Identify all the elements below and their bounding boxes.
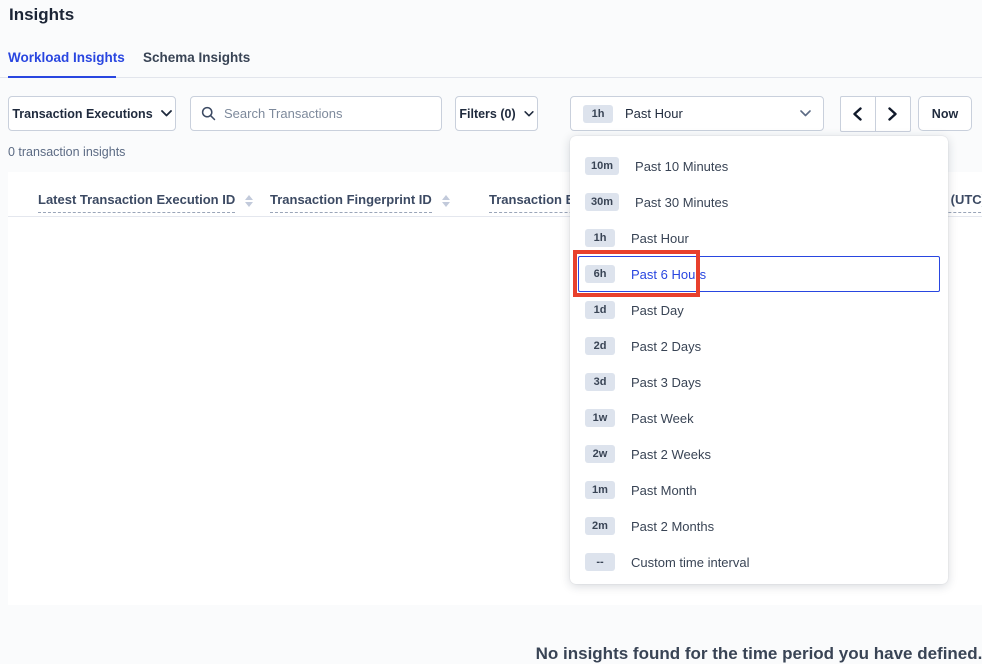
time-option-badge: 1h <box>585 229 615 247</box>
column-header-label[interactable]: Latest Transaction Execution ID <box>38 192 235 213</box>
time-nav-group <box>840 96 911 132</box>
chevron-down-icon <box>800 110 811 117</box>
time-option-badge: 2m <box>585 517 615 535</box>
time-prev-button[interactable] <box>841 97 876 131</box>
time-range-dropdown: 10m Past 10 Minutes 30m Past 30 Minutes … <box>570 136 948 584</box>
time-option-label: Past 3 Days <box>631 375 701 390</box>
sort-icon[interactable] <box>245 195 253 207</box>
time-option-label: Custom time interval <box>631 555 749 570</box>
chevron-down-icon <box>161 110 172 117</box>
sort-icon[interactable] <box>442 195 450 207</box>
tab-bar: Workload Insights Schema Insights <box>0 44 982 78</box>
time-option-label: Past 2 Weeks <box>631 447 711 462</box>
tab-workload-insights[interactable]: Workload Insights <box>8 50 125 65</box>
time-option-label: Past Month <box>631 483 697 498</box>
search-input[interactable] <box>224 106 431 121</box>
time-option-past-hour[interactable]: 1h Past Hour <box>578 220 940 256</box>
time-option-past-2-weeks[interactable]: 2w Past 2 Weeks <box>578 436 940 472</box>
time-option-label: Past 30 Minutes <box>635 195 728 210</box>
time-option-badge: -- <box>585 553 615 571</box>
time-next-button[interactable] <box>876 97 911 131</box>
filters-button[interactable]: Filters (0) <box>455 96 538 131</box>
time-option-badge: 10m <box>585 157 619 175</box>
time-option-past-6-hours[interactable]: 6h Past 6 Hours <box>578 256 940 292</box>
time-option-label: Past 2 Days <box>631 339 701 354</box>
column-header-txn-fingerprint-id[interactable]: Transaction Fingerprint ID <box>270 192 450 213</box>
time-option-label: Past Day <box>631 303 684 318</box>
time-option-past-10-minutes[interactable]: 10m Past 10 Minutes <box>578 148 940 184</box>
time-option-badge: 1m <box>585 481 615 499</box>
insights-count: 0 transaction insights <box>8 145 125 159</box>
time-option-label: Past 10 Minutes <box>635 159 728 174</box>
workload-type-label: Transaction Executions <box>12 107 152 121</box>
time-option-badge: 1w <box>585 409 615 427</box>
time-option-label: Past Week <box>631 411 694 426</box>
time-option-label: Past Hour <box>631 231 689 246</box>
time-range-badge: 1h <box>583 105 613 123</box>
time-option-past-month[interactable]: 1m Past Month <box>578 472 940 508</box>
now-button[interactable]: Now <box>918 96 972 131</box>
workload-type-select[interactable]: Transaction Executions <box>8 96 176 131</box>
toolbar: Transaction Executions Filters (0) 1h Pa… <box>0 96 982 132</box>
time-option-label: Past 6 Hours <box>631 267 706 282</box>
chevron-right-icon <box>888 107 897 121</box>
now-label: Now <box>932 107 958 121</box>
time-option-badge: 2d <box>585 337 615 355</box>
column-header-latest-txn-execution-id[interactable]: Latest Transaction Execution ID <box>38 192 253 213</box>
time-option-badge: 2w <box>585 445 615 463</box>
time-option-badge: 3d <box>585 373 615 391</box>
filters-label: Filters (0) <box>459 107 515 121</box>
empty-table-message: No insights found for the time period yo… <box>536 644 982 664</box>
time-option-label: Past 2 Months <box>631 519 714 534</box>
column-header-label[interactable]: Transaction Fingerprint ID <box>270 192 432 213</box>
chevron-left-icon <box>853 107 862 121</box>
time-option-badge: 30m <box>585 193 619 211</box>
page-title: Insights <box>9 5 74 25</box>
time-option-past-2-days[interactable]: 2d Past 2 Days <box>578 328 940 364</box>
search-icon <box>201 106 216 121</box>
time-option-custom-interval[interactable]: -- Custom time interval <box>578 544 940 580</box>
time-option-past-30-minutes[interactable]: 30m Past 30 Minutes <box>578 184 940 220</box>
time-option-past-week[interactable]: 1w Past Week <box>578 400 940 436</box>
time-option-past-2-months[interactable]: 2m Past 2 Months <box>578 508 940 544</box>
time-option-badge: 1d <box>585 301 615 319</box>
time-range-select[interactable]: 1h Past Hour <box>570 96 824 131</box>
active-tab-underline <box>8 76 116 78</box>
time-option-past-day[interactable]: 1d Past Day <box>578 292 940 328</box>
time-option-past-3-days[interactable]: 3d Past 3 Days <box>578 364 940 400</box>
tab-schema-insights[interactable]: Schema Insights <box>143 50 250 65</box>
search-box[interactable] <box>190 96 442 131</box>
chevron-down-icon <box>524 111 534 117</box>
time-range-label: Past Hour <box>625 106 683 121</box>
time-option-badge: 6h <box>585 265 615 283</box>
